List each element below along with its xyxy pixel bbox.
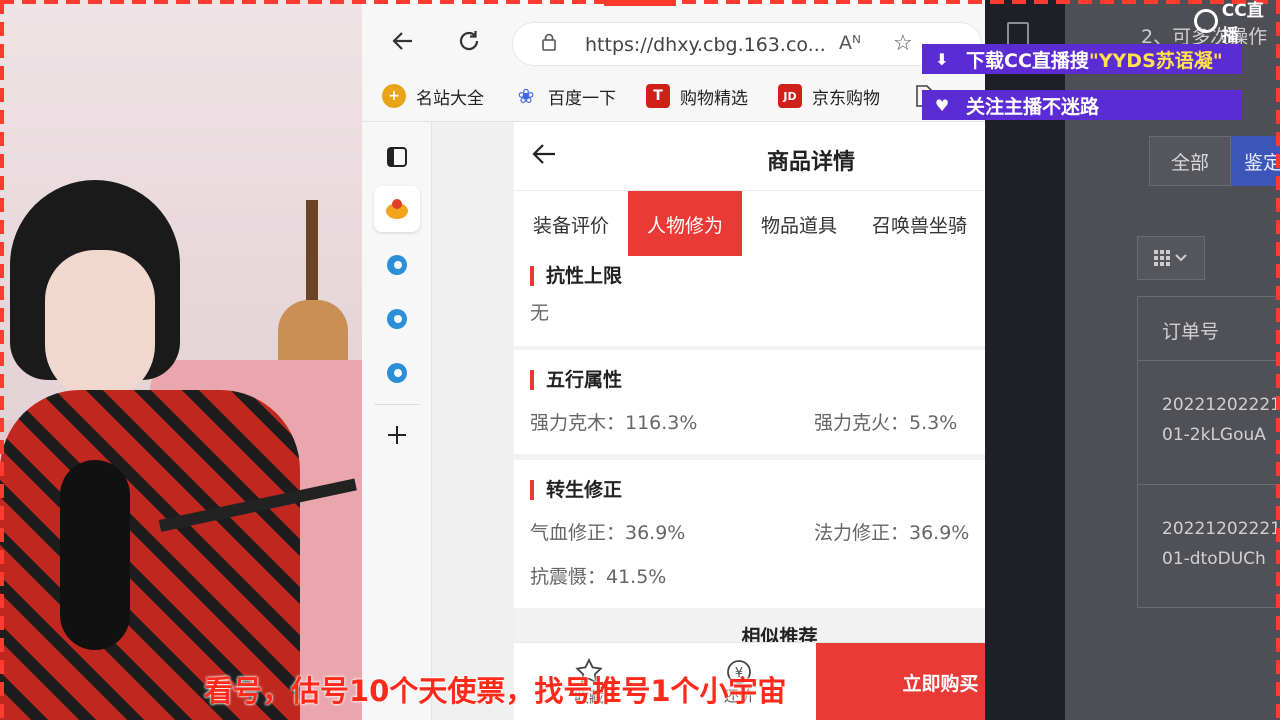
filter-all-button[interactable]: 全部 <box>1149 136 1231 186</box>
resist-cap-card: 抗性上限 无 <box>514 256 985 346</box>
address-bar: https://dhxy.cbg.163.co... Aᴺ ☆ <box>362 0 985 72</box>
cc-logo-text: CC直播 <box>1221 1 1264 46</box>
cc-logo-icon <box>1194 9 1218 33</box>
card-title: 五行属性 <box>530 370 622 390</box>
read-aloud-icon[interactable]: Aᴺ <box>839 32 861 54</box>
tab-summon-mounts[interactable]: 召唤兽坐骑 <box>856 191 985 257</box>
order-id-line2: 01-2kLGouA <box>1162 425 1266 445</box>
bookmark-label: 购物精选 <box>680 88 748 109</box>
attribute-value: 法力修正：36.9% <box>814 522 970 544</box>
back-button[interactable] <box>388 26 418 56</box>
sidebar-divider <box>374 404 420 405</box>
banner-highlight: "YYDS苏语凝" <box>1088 49 1223 72</box>
page-header: 商品详情 <box>514 122 985 190</box>
stream-frame-right <box>1276 0 1280 720</box>
detail-tabs: 装备评价 人物修为 物品道具 召唤兽坐骑 <box>514 190 985 257</box>
tab-character-cultivation[interactable]: 人物修为 <box>628 191 742 257</box>
edge-icon[interactable] <box>374 242 420 288</box>
add-favorite-icon[interactable]: ☆ <box>893 31 913 56</box>
edge-icon[interactable] <box>374 296 420 342</box>
game-icon[interactable] <box>374 186 420 232</box>
card-title: 转生修正 <box>530 480 622 500</box>
attribute-value: 强力克火：5.3% <box>814 412 958 434</box>
table-header-row: 订单号 <box>1138 297 1280 361</box>
bookmark-item[interactable]: T 购物精选 <box>646 82 748 110</box>
buy-now-button[interactable]: 立即购买 <box>816 643 985 720</box>
jd-icon: JD <box>778 84 802 108</box>
cc-live-logo: CC直播 <box>1194 1 1280 46</box>
rebirth-card: 转生修正 气血修正：36.9% 法力修正：36.9% 抗震慑：41.5% <box>514 460 985 608</box>
tabs-icon[interactable] <box>374 134 420 180</box>
banner-text: 关注主播不迷路 <box>966 95 1100 118</box>
order-id-line2: 01-dtoDUCh <box>1162 549 1266 569</box>
follow-banner: ♥ 关注主播不迷路 <box>922 90 1242 120</box>
tab-equipment-rating[interactable]: 装备评价 <box>514 191 628 257</box>
arrow-left-icon <box>392 32 412 50</box>
bookmark-label: 百度一下 <box>548 88 616 109</box>
bookmark-label: 名站大全 <box>416 88 484 109</box>
attribute-value: 气血修正：36.9% <box>530 522 686 544</box>
table-row[interactable]: 20221202221 01-dtoDUCh <box>1138 485 1280 609</box>
microphone <box>60 460 130 650</box>
tab-items[interactable]: 物品道具 <box>742 191 856 257</box>
streamer-face <box>45 250 155 400</box>
lock-icon <box>542 33 556 51</box>
add-icon[interactable] <box>374 412 420 458</box>
refresh-button[interactable] <box>454 26 484 56</box>
streamer-camera <box>0 0 362 720</box>
url-field[interactable]: https://dhxy.cbg.163.co... Aᴺ ☆ <box>512 22 982 66</box>
five-elements-card: 五行属性 强力克木：116.3% 强力克火：5.3% <box>514 350 985 454</box>
heart-icon: ♥ <box>934 95 950 115</box>
read-aloud-glyph: A <box>839 32 852 54</box>
url-text: https://dhxy.cbg.163.co... <box>585 34 826 56</box>
baidu-paw-icon: ❀ <box>517 84 535 108</box>
refresh-icon <box>459 31 479 51</box>
orders-table: 订单号 20221202221 01-2kLGouA 20221202221 0… <box>1137 296 1280 608</box>
bookmark-item[interactable]: JD 京东购物 <box>778 82 880 110</box>
bookmarks-bar: + 名站大全 ❀ 百度一下 T 购物精选 JD 京东购物 <box>362 72 985 122</box>
bookmark-item[interactable]: ❀ 百度一下 <box>514 82 616 110</box>
stream-subtitle: 看号，估号10个天使票，找号推号1个小宇宙 <box>204 674 787 708</box>
grid-view-dropdown[interactable] <box>1137 236 1205 280</box>
grid-chevron-icon <box>1154 250 1187 266</box>
browser-window: https://dhxy.cbg.163.co... Aᴺ ☆ + 名站大全 ❀… <box>362 0 985 720</box>
page-title: 商品详情 <box>767 150 856 175</box>
resist-cap-value: 无 <box>530 302 550 324</box>
stream-frame-left <box>0 0 4 720</box>
plus-globe-icon: + <box>382 84 406 108</box>
order-id-line1: 20221202221 <box>1162 395 1280 415</box>
product-detail-page: 商品详情 装备评价 人物修为 物品道具 召唤兽坐骑 抗性上限 无 五行属性 强力… <box>514 122 985 720</box>
card-title: 抗性上限 <box>530 266 622 286</box>
guitar-neck <box>306 200 318 310</box>
download-banner: ⬇ 下载CC直播搜 "YYDS苏语凝" <box>922 44 1242 74</box>
page-gutter <box>432 122 514 720</box>
banner-text: 下载CC直播搜 <box>966 49 1089 72</box>
column-order-number: 订单号 <box>1162 321 1220 343</box>
stream-frame-accent <box>604 0 676 6</box>
download-icon: ⬇ <box>935 49 949 69</box>
order-id-line1: 20221202221 <box>1162 519 1280 539</box>
filter-second-button[interactable]: 鉴定 <box>1231 136 1280 186</box>
shopping-t-icon: T <box>646 84 670 108</box>
attribute-value: 强力克木：116.3% <box>530 412 698 434</box>
browser-sidebar <box>362 122 432 720</box>
edge-icon[interactable] <box>374 350 420 396</box>
bookmark-label: 京东购物 <box>812 88 880 109</box>
attribute-value: 抗震慑：41.5% <box>530 566 667 588</box>
bookmark-item[interactable]: + 名站大全 <box>382 82 484 110</box>
table-row[interactable]: 20221202221 01-2kLGouA <box>1138 361 1280 485</box>
